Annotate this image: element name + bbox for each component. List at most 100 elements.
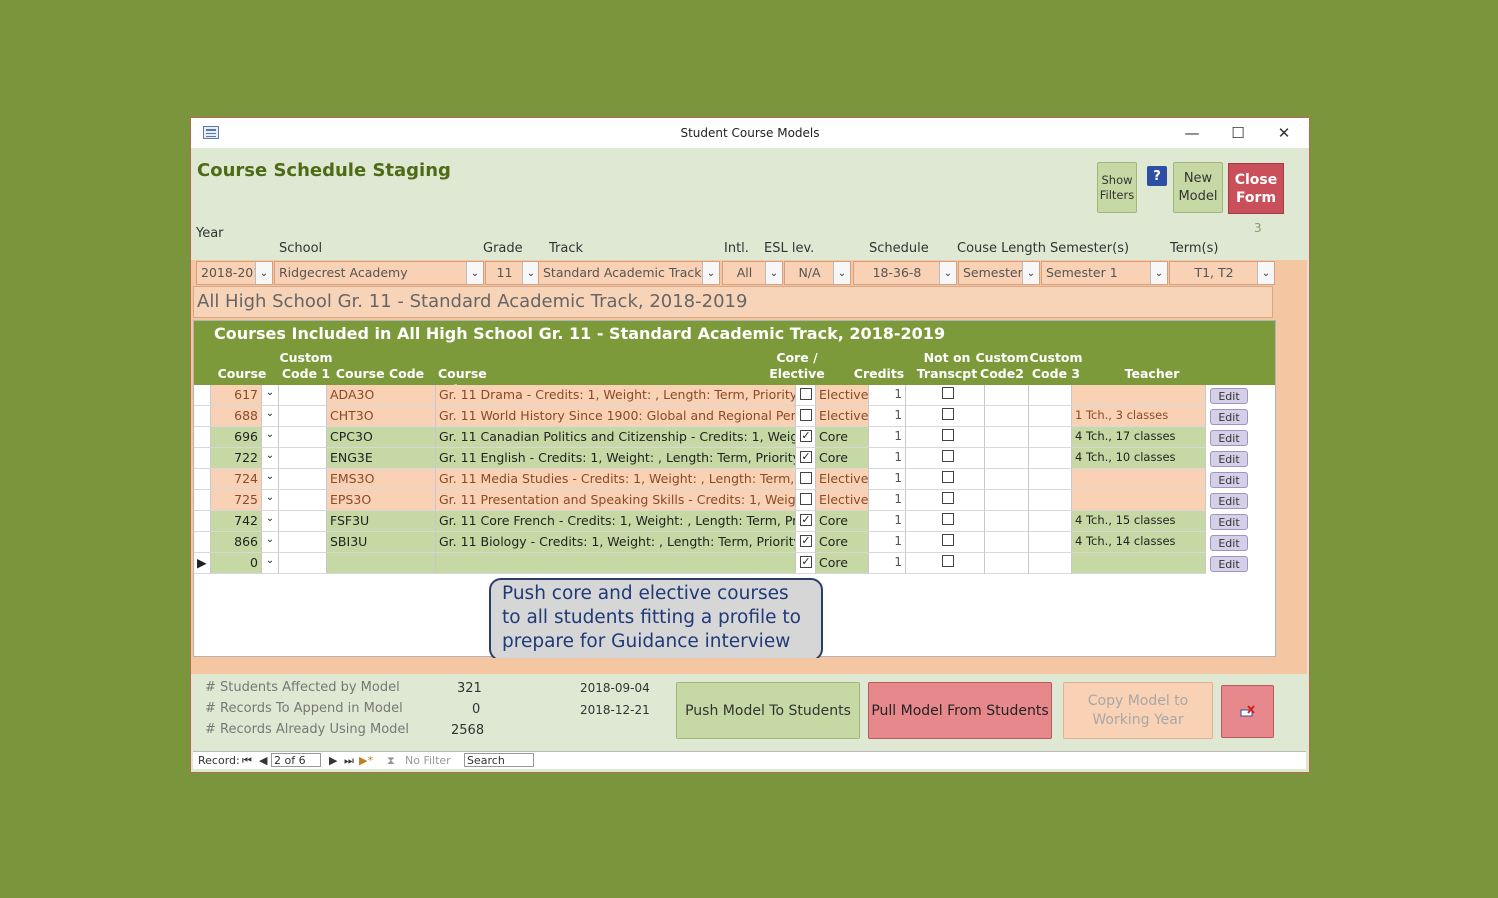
course-length-combo[interactable]: Semester ⌄ [958, 261, 1040, 285]
core-checkbox-cell[interactable]: ✓ [796, 532, 816, 553]
not-on-transcript-checkbox[interactable] [942, 471, 954, 483]
table-row[interactable]: 742 ⌄ FSF3U Gr. 11 Core French - Credits… [194, 511, 1277, 532]
track-combo[interactable]: Standard Academic Track ⌄ [538, 261, 720, 285]
custom-code-3-cell[interactable] [1029, 511, 1072, 532]
new-model-button[interactable]: New Model [1173, 162, 1223, 213]
not-on-transcript-checkbox[interactable] [942, 387, 954, 399]
custom-code-3-cell[interactable] [1029, 490, 1072, 511]
table-row[interactable]: ▶ 0 ⌄ ✓ Core 1 Edit [194, 553, 1277, 574]
course-code-cell[interactable]: EMS3O [327, 469, 436, 490]
table-row[interactable]: 722 ⌄ ENG3E Gr. 11 English - Credits: 1,… [194, 448, 1277, 469]
custom-code-2-cell[interactable] [985, 469, 1029, 490]
first-record-icon[interactable]: ⏮ [242, 754, 252, 768]
no-filter-label[interactable]: No Filter [405, 754, 451, 767]
esl-combo[interactable]: N/A ⌄ [784, 261, 851, 285]
not-on-transcript-checkbox[interactable] [942, 555, 954, 567]
edit-button[interactable]: Edit [1210, 388, 1248, 404]
grade-combo[interactable]: 11 ⌄ [485, 261, 540, 285]
not-on-transcript-cell[interactable] [906, 448, 985, 469]
core-checkbox-cell[interactable] [796, 406, 816, 427]
delete-model-button[interactable] [1221, 685, 1274, 738]
col-custom-code-3[interactable]: Custom Code 3 [1028, 350, 1084, 382]
not-on-transcript-checkbox[interactable] [942, 450, 954, 462]
record-selector[interactable] [194, 406, 211, 427]
table-row[interactable]: 725 ⌄ EPS3O Gr. 11 Presentation and Spea… [194, 490, 1277, 511]
core-checkbox[interactable]: ✓ [800, 514, 812, 526]
core-checkbox[interactable]: ✓ [800, 556, 812, 568]
credits-cell[interactable]: 1 [869, 406, 906, 427]
core-checkbox[interactable] [800, 472, 812, 484]
core-elective-cell[interactable]: Elective [816, 406, 869, 427]
push-model-button[interactable]: Push Model To Students [676, 682, 860, 739]
core-checkbox-cell[interactable] [796, 490, 816, 511]
core-checkbox[interactable] [800, 388, 812, 400]
custom-code-3-cell[interactable] [1029, 448, 1072, 469]
not-on-transcript-cell[interactable] [906, 553, 985, 574]
chevron-down-icon[interactable]: ⌄ [262, 427, 279, 448]
course-info-cell[interactable]: Gr. 11 Media Studies - Credits: 1, Weigh… [436, 469, 796, 490]
custom-code-2-cell[interactable] [985, 385, 1029, 406]
year-combo[interactable]: 2018-201 ⌄ [196, 261, 273, 285]
chevron-down-icon[interactable]: ⌄ [702, 262, 719, 284]
course-info-cell[interactable] [436, 553, 796, 574]
core-checkbox[interactable]: ✓ [800, 451, 812, 463]
course-code-cell[interactable]: EPS3O [327, 490, 436, 511]
core-elective-cell[interactable]: Core [816, 553, 869, 574]
record-selector[interactable] [194, 490, 211, 511]
record-position-input[interactable]: 2 of 6 [271, 753, 321, 767]
record-selector[interactable] [194, 511, 211, 532]
core-elective-cell[interactable]: Core [816, 427, 869, 448]
close-form-button[interactable]: Close Form [1228, 163, 1284, 214]
custom-code-2-cell[interactable] [985, 490, 1029, 511]
not-on-transcript-checkbox[interactable] [942, 513, 954, 525]
credits-cell[interactable]: 1 [869, 511, 906, 532]
core-checkbox-cell[interactable]: ✓ [796, 427, 816, 448]
course-id-cell[interactable]: 617 [211, 385, 262, 406]
chevron-down-icon[interactable]: ⌄ [262, 448, 279, 469]
custom-code-1-cell[interactable] [279, 490, 327, 511]
edit-button[interactable]: Edit [1210, 430, 1248, 446]
edit-button[interactable]: Edit [1210, 493, 1248, 509]
custom-code-2-cell[interactable] [985, 448, 1029, 469]
not-on-transcript-checkbox[interactable] [942, 492, 954, 504]
custom-code-2-cell[interactable] [985, 427, 1029, 448]
course-info-cell[interactable]: Gr. 11 Canadian Politics and Citizenship… [436, 427, 796, 448]
course-id-cell[interactable]: 866 [211, 532, 262, 553]
core-checkbox-cell[interactable] [796, 469, 816, 490]
course-id-cell[interactable]: 0 [211, 553, 262, 574]
schedule-combo[interactable]: 18-36-8 ⌄ [853, 261, 957, 285]
maximize-button[interactable]: ☐ [1215, 118, 1261, 148]
not-on-transcript-checkbox[interactable] [942, 429, 954, 441]
not-on-transcript-cell[interactable] [906, 385, 985, 406]
core-elective-cell[interactable]: Elective [816, 490, 869, 511]
chevron-down-icon[interactable]: ⌄ [522, 262, 539, 284]
course-code-cell[interactable] [327, 553, 436, 574]
not-on-transcript-cell[interactable] [906, 490, 985, 511]
course-id-cell[interactable]: 722 [211, 448, 262, 469]
custom-code-1-cell[interactable] [279, 469, 327, 490]
col-custom-code-1[interactable]: Custom Code 1 [278, 350, 334, 382]
core-checkbox[interactable]: ✓ [800, 535, 812, 547]
not-on-transcript-cell[interactable] [906, 469, 985, 490]
core-checkbox-cell[interactable]: ✓ [796, 448, 816, 469]
school-combo[interactable]: Ridgecrest Academy ⌄ [274, 261, 484, 285]
course-code-cell[interactable]: CPC3O [327, 427, 436, 448]
last-record-icon[interactable]: ⏭ [344, 754, 354, 768]
course-code-cell[interactable]: SBI3U [327, 532, 436, 553]
course-id-cell[interactable]: 724 [211, 469, 262, 490]
course-info-cell[interactable]: Gr. 11 Core French - Credits: 1, Weight:… [436, 511, 796, 532]
table-row[interactable]: 688 ⌄ CHT3O Gr. 11 World History Since 1… [194, 406, 1277, 427]
course-info-cell[interactable]: Gr. 11 English - Credits: 1, Weight: , L… [436, 448, 796, 469]
intl-combo[interactable]: All ⌄ [722, 261, 783, 285]
credits-cell[interactable]: 1 [869, 490, 906, 511]
custom-code-1-cell[interactable] [279, 553, 327, 574]
record-selector[interactable] [194, 427, 211, 448]
chevron-down-icon[interactable]: ⌄ [939, 262, 956, 284]
chevron-down-icon[interactable]: ⌄ [255, 262, 272, 284]
chevron-down-icon[interactable]: ⌄ [262, 490, 279, 511]
core-checkbox[interactable] [800, 493, 812, 505]
course-info-cell[interactable]: Gr. 11 Biology - Credits: 1, Weight: , L… [436, 532, 796, 553]
custom-code-3-cell[interactable] [1029, 406, 1072, 427]
pull-model-button[interactable]: Pull Model From Students [868, 682, 1052, 739]
record-search-input[interactable]: Search [464, 753, 534, 767]
